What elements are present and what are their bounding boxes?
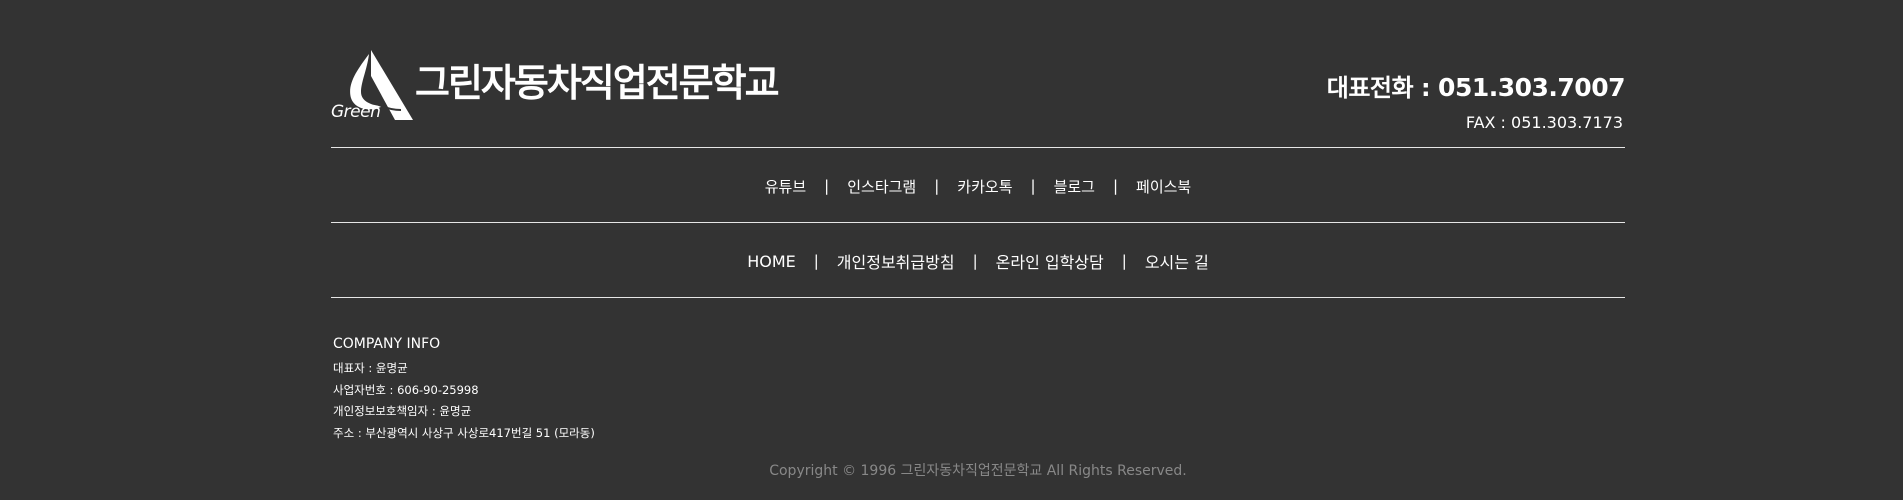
address-line: 주소 : 부산광역시 사상구 사상로417번길 51 (모라동)	[333, 425, 595, 440]
directions-link[interactable]: 오시는 길	[1127, 249, 1227, 273]
contact-info: 대표전화 :051.303.7007 FAX : 051.303.7173	[1326, 68, 1626, 132]
youtube-link[interactable]: 유튜브	[747, 176, 824, 197]
school-name: 그린자동차직업전문학교	[415, 61, 780, 105]
company-info: COMPANY INFO 대표자 : 윤명균 사업자번호 : 606-90-25…	[333, 336, 595, 444]
home-link[interactable]: HOME	[729, 252, 814, 271]
business-number-line: 사업자번호 : 606-90-25998	[333, 382, 479, 397]
ceo-line: 대표자 : 윤명균	[333, 361, 408, 375]
school-logo[interactable]: Green 그린자동차직업전문학교	[331, 48, 780, 122]
logo-word: Green	[331, 102, 381, 122]
facebook-link[interactable]: 페이스북	[1118, 176, 1209, 197]
footer-nav: HOME | 개인정보취급방침 | 온라인 입학상담 | 오시는 길	[331, 249, 1625, 273]
company-info-title: COMPANY INFO	[333, 336, 441, 352]
divider	[331, 297, 1625, 298]
phone-row: 대표전화 :051.303.7007	[1326, 68, 1626, 103]
blog-link[interactable]: 블로그	[1036, 176, 1113, 197]
online-consultation-link[interactable]: 온라인 입학상담	[978, 249, 1122, 273]
kakaotalk-link[interactable]: 카카오톡	[939, 176, 1030, 197]
privacy-officer-line: 개인정보보호책임자 : 윤명균	[333, 404, 472, 418]
phone-label: 대표전화 :	[1326, 74, 1431, 102]
footer-container: Green 그린자동차직업전문학교 대표전화 :051.303.7007 FAX…	[331, 0, 1625, 500]
phone-number[interactable]: 051.303.7007	[1438, 73, 1625, 102]
logo-mark-icon: Green	[331, 48, 415, 122]
instagram-link[interactable]: 인스타그램	[829, 176, 934, 197]
copyright: Copyright © 1996 그린자동차직업전문학교 All Rights …	[769, 463, 1187, 479]
divider	[331, 222, 1625, 223]
social-links: 유튜브 | 인스타그램 | 카카오톡 | 블로그 | 페이스북	[331, 175, 1625, 197]
divider	[331, 147, 1625, 148]
fax-number: FAX : 051.303.7173	[1465, 113, 1623, 132]
privacy-policy-link[interactable]: 개인정보취급방침	[819, 249, 973, 273]
